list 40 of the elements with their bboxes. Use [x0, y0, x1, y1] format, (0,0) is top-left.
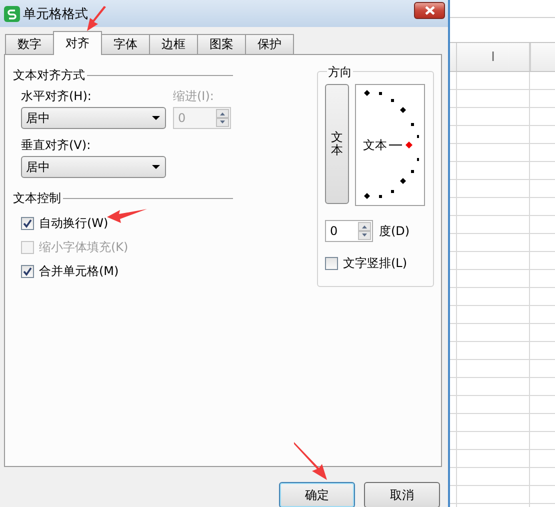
tab[interactable]: 保护 [245, 34, 294, 54]
checkbox-label: 自动换行(W) [39, 215, 108, 232]
annotation-arrow [86, 6, 108, 32]
angle-pointer-drawing [389, 141, 413, 149]
orientation-dial[interactable]: 文本 [355, 84, 425, 206]
dialog-button[interactable]: 取消 [364, 482, 440, 507]
spin-arrows-icon [216, 109, 229, 127]
tab[interactable]: 图案 [197, 34, 246, 54]
dropdown-arrow-icon [152, 165, 160, 169]
vertical-align-dropdown[interactable]: 居中 [21, 156, 166, 178]
checkbox-label: 文字竖排(L) [343, 255, 408, 272]
checkbox[interactable] [325, 257, 338, 270]
tab[interactable]: 字体 [101, 34, 150, 54]
vertical-text-button[interactable]: 文本 [325, 84, 349, 204]
close-icon [424, 6, 436, 15]
field-label: 垂直对齐(V): [21, 137, 92, 154]
app-logo-icon [4, 6, 20, 22]
dropdown-arrow-icon [152, 116, 160, 120]
checkbox[interactable] [21, 265, 34, 278]
tab[interactable]: 边框 [149, 34, 198, 54]
checkbox-label: 合并单元格(M) [39, 263, 119, 280]
group-heading: 文本控制 [13, 190, 61, 207]
field-label: 缩进(I): [173, 88, 215, 105]
degrees-spinner[interactable]: 0 [325, 220, 373, 242]
tab[interactable]: 数字 [5, 34, 54, 54]
dialog-button[interactable]: 确定 [279, 482, 355, 507]
annotation-arrow [107, 209, 147, 223]
field-label: 水平对齐(H): [21, 88, 92, 105]
checkbox-label: 缩小字体填充(K) [39, 239, 128, 256]
close-button[interactable] [414, 2, 445, 19]
dial-text: 文本 [363, 136, 387, 154]
column-header: I [457, 43, 530, 71]
field-label: 度(D) [379, 222, 410, 240]
window-title: 单元格格式 [23, 6, 88, 22]
checkbox[interactable] [21, 217, 34, 230]
horizontal-align-dropdown[interactable]: 居中 [21, 107, 166, 129]
tab[interactable]: 对齐 [53, 31, 102, 55]
spin-arrows-icon [358, 222, 371, 240]
group-heading: 文本对齐方式 [13, 67, 85, 84]
annotation-arrow [294, 442, 328, 480]
